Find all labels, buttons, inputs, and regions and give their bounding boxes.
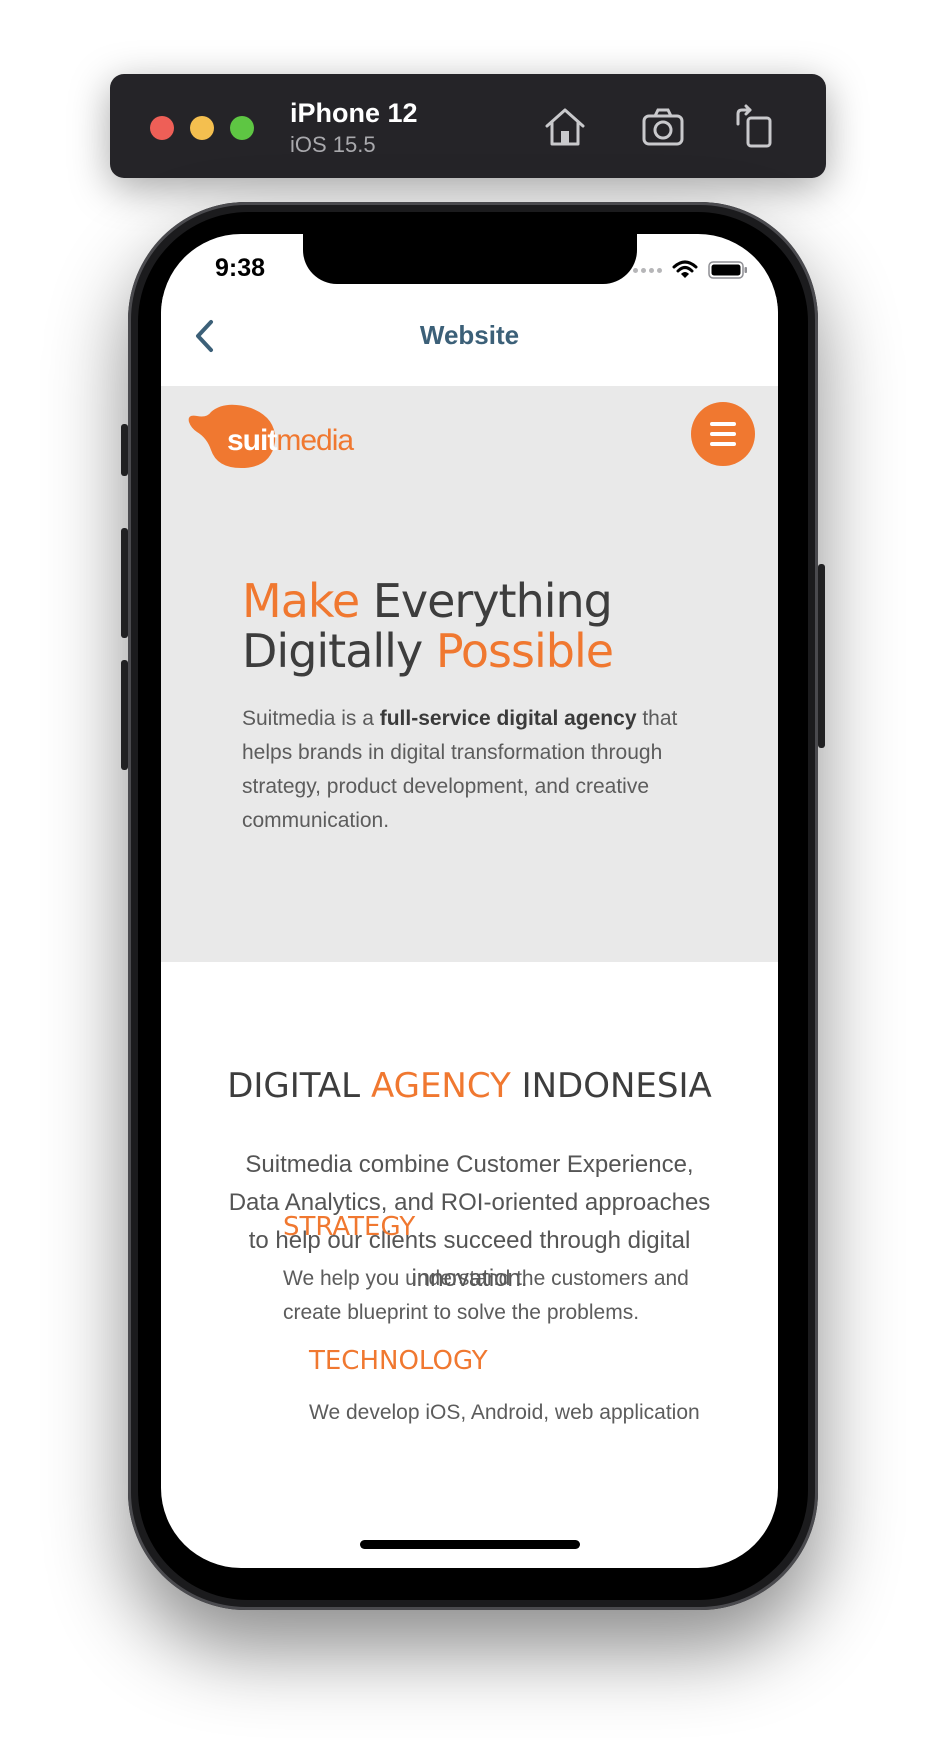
- hero-title-accent-1: Make: [242, 574, 360, 628]
- simulator-toolbar: iPhone 12 iOS 15.5: [110, 74, 826, 178]
- navigation-bar: Website: [161, 296, 778, 376]
- power-button: [818, 564, 825, 748]
- device-screen: 9:38 Website suitmedia Make Everything D…: [161, 234, 778, 1568]
- rotate-icon[interactable]: [732, 104, 778, 150]
- nav-title: Website: [419, 320, 520, 350]
- hero-desc-bold: full-service digital agency: [379, 707, 637, 730]
- hero-title-line1-rest: Everything: [359, 574, 613, 628]
- close-window-button[interactable]: [150, 116, 174, 140]
- hero-section: suitmedia Make Everything Digitally Poss…: [161, 386, 778, 962]
- volume-down-button: [121, 660, 128, 770]
- hero-title-accent-2: Possible: [435, 624, 614, 678]
- logo-text: suitmedia: [227, 424, 354, 458]
- hero-title: Make Everything Digitally Possible: [242, 574, 614, 678]
- screenshot-icon[interactable]: [640, 104, 686, 150]
- battery-icon: [708, 261, 747, 279]
- hamburger-icon: [710, 422, 736, 452]
- feature-desc-technology: We develop iOS, Android, web application: [309, 1401, 700, 1424]
- minimize-window-button[interactable]: [190, 116, 214, 140]
- hero-description: Suitmedia is a full-service digital agen…: [242, 702, 702, 838]
- feature-title-technology: TECHNOLOGY: [309, 1346, 488, 1376]
- agency-title-start: DIGITAL: [227, 1066, 371, 1106]
- logo-text-rest: media: [276, 424, 354, 457]
- menu-button[interactable]: [691, 402, 755, 466]
- status-indicators: [633, 260, 748, 280]
- home-icon[interactable]: [542, 104, 588, 150]
- logo-text-bold: suit: [227, 424, 277, 457]
- zoom-window-button[interactable]: [230, 116, 254, 140]
- feature-desc-strategy: We help you understand the customers and…: [283, 1267, 689, 1324]
- feature-title-strategy: STRATEGY: [283, 1212, 416, 1242]
- os-version: iOS 15.5: [290, 132, 376, 157]
- suitmedia-logo[interactable]: suitmedia: [185, 402, 354, 470]
- status-time: 9:38: [215, 254, 266, 282]
- volume-up-button: [121, 528, 128, 638]
- wifi-icon: [672, 260, 698, 278]
- home-indicator[interactable]: [360, 1540, 580, 1549]
- agency-title-accent: AGENCY: [370, 1066, 511, 1106]
- hero-title-line2-start: Digitally: [242, 624, 436, 678]
- agency-title-end: INDONESIA: [510, 1066, 712, 1106]
- agency-title: DIGITAL AGENCY INDONESIA: [161, 1066, 778, 1106]
- device-name: iPhone 12: [290, 98, 418, 128]
- mute-switch: [121, 424, 128, 476]
- notch: [303, 234, 637, 284]
- signal-icon: [633, 267, 662, 273]
- hero-desc-prefix: Suitmedia is a: [242, 707, 380, 730]
